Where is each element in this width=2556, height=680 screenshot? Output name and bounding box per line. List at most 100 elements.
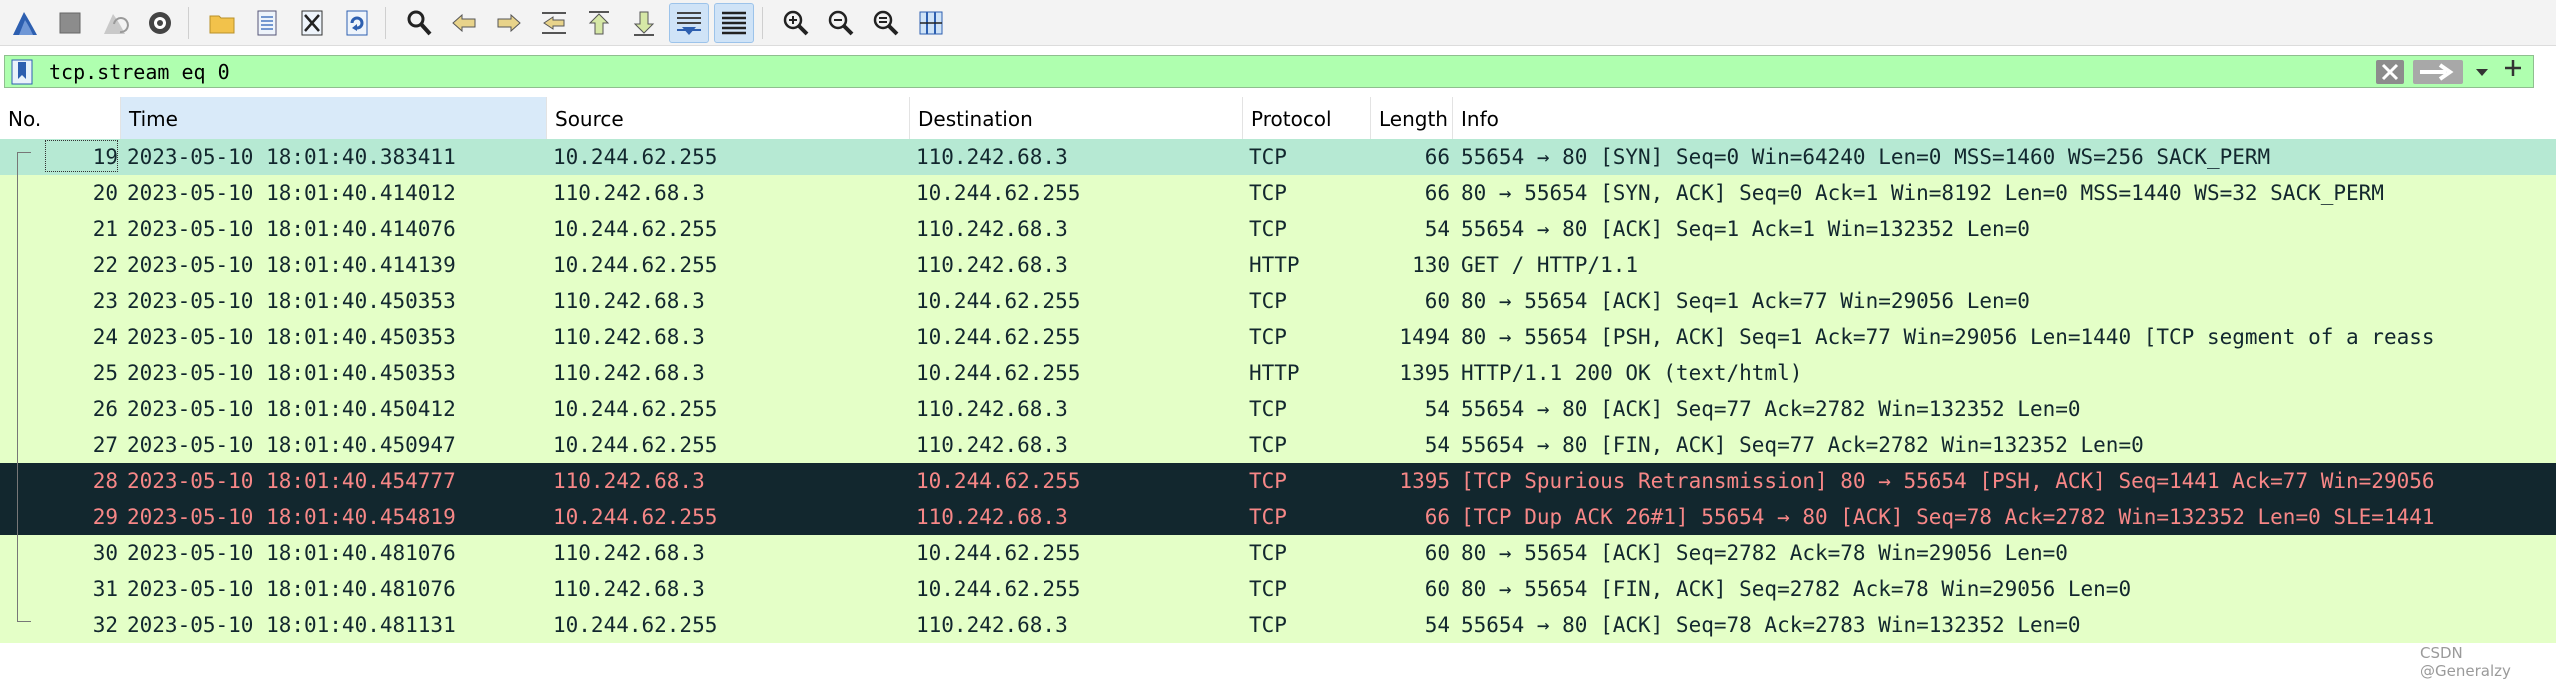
- packet-number: 23: [92, 289, 118, 313]
- column-header-source[interactable]: Source: [547, 97, 910, 139]
- packet-row[interactable]: 27 2023-05-10 18:01:40.450947 10.244.62.25…: [0, 427, 2556, 463]
- packet-row[interactable]: 23 2023-05-10 18:01:40.450353 110.242.68.3…: [0, 283, 2556, 319]
- zoom-out-button[interactable]: [821, 3, 861, 43]
- column-header-no[interactable]: No.: [0, 97, 121, 139]
- display-filter-bar: tcp.stream eq 0: [0, 52, 2556, 92]
- packet-row[interactable]: 31 2023-05-10 18:01:40.481076 110.242.68.3…: [0, 571, 2556, 607]
- packet-info: 55654 → 80 [ACK] Seq=77 Ack=2782 Win=132…: [1461, 397, 2081, 421]
- packet-time: 2023-05-10 18:01:40.481131: [127, 613, 456, 637]
- packet-source: 110.242.68.3: [553, 289, 705, 313]
- packet-time: 2023-05-10 18:01:40.450947: [127, 433, 456, 457]
- zoom-in-button[interactable]: [776, 3, 816, 43]
- packet-row[interactable]: 32 2023-05-10 18:01:40.481131 10.244.62.25…: [0, 607, 2556, 643]
- go-last-packet-icon: [633, 11, 655, 36]
- chevron-down-icon[interactable]: [2471, 61, 2493, 83]
- clear-filter-icon[interactable]: [2375, 59, 2405, 85]
- close-file-button[interactable]: [292, 3, 332, 43]
- packet-source: 10.244.62.255: [553, 433, 718, 457]
- packet-time: 2023-05-10 18:01:40.450353: [127, 361, 456, 385]
- packet-source: 10.244.62.255: [553, 253, 718, 277]
- column-header-time[interactable]: Time: [121, 97, 547, 139]
- packet-destination: 110.242.68.3: [916, 613, 1068, 637]
- go-to-packet-button[interactable]: [534, 3, 574, 43]
- packet-info: HTTP/1.1 200 OK (text/html): [1461, 361, 1803, 385]
- packet-protocol: TCP: [1249, 469, 1287, 493]
- packet-protocol: TCP: [1249, 541, 1287, 565]
- apply-filter-icon[interactable]: [2412, 59, 2464, 85]
- packet-length: 60: [1424, 577, 1450, 601]
- packet-protocol: TCP: [1249, 145, 1287, 169]
- packet-source: 110.242.68.3: [553, 325, 705, 349]
- packet-length: 66: [1424, 181, 1450, 205]
- display-filter-input[interactable]: tcp.stream eq 0: [4, 55, 2534, 88]
- packet-row[interactable]: 28 2023-05-10 18:01:40.454777 110.242.68.3…: [0, 463, 2556, 499]
- packet-row[interactable]: 20 2023-05-10 18:01:40.414012 110.242.68.3…: [0, 175, 2556, 211]
- packet-row[interactable]: 24 2023-05-10 18:01:40.450353 110.242.68.3…: [0, 319, 2556, 355]
- column-header-length[interactable]: Length: [1371, 97, 1453, 139]
- capture-options-button[interactable]: [140, 3, 180, 43]
- resize-columns-icon: [919, 11, 943, 34]
- packet-destination: 10.244.62.255: [916, 181, 1081, 205]
- stop-capture-button[interactable]: [50, 3, 90, 43]
- filter-bookmark-icon[interactable]: [11, 59, 33, 85]
- packet-row[interactable]: 30 2023-05-10 18:01:40.481076 110.242.68.3…: [0, 535, 2556, 571]
- packet-time: 2023-05-10 18:01:40.450353: [127, 325, 456, 349]
- colorize-icon: [722, 11, 746, 34]
- packet-length: 1395: [1399, 361, 1450, 385]
- column-header-info[interactable]: Info: [1453, 97, 2556, 139]
- packet-number: 28: [92, 469, 118, 493]
- start-capture-button[interactable]: [5, 3, 45, 43]
- restart-capture-button[interactable]: [95, 3, 135, 43]
- packet-info: 80 → 55654 [ACK] Seq=1 Ack=77 Win=29056 …: [1461, 289, 2030, 313]
- column-header-destination[interactable]: Destination: [910, 97, 1243, 139]
- auto-scroll-button[interactable]: [669, 2, 709, 43]
- packet-source: 10.244.62.255: [553, 613, 718, 637]
- packet-info: 80 → 55654 [PSH, ACK] Seq=1 Ack=77 Win=2…: [1461, 325, 2435, 349]
- go-first-packet-button[interactable]: [579, 3, 619, 43]
- add-filter-button-icon[interactable]: [2500, 55, 2526, 81]
- packet-length: 1494: [1399, 325, 1450, 349]
- packet-protocol: TCP: [1249, 433, 1287, 457]
- zoom-out-icon: [828, 10, 854, 35]
- filter-text[interactable]: tcp.stream eq 0: [49, 58, 230, 86]
- find-packet-icon: [407, 10, 432, 35]
- packet-number: 27: [92, 433, 118, 457]
- resize-columns-button[interactable]: [911, 3, 951, 43]
- packet-length: 66: [1424, 505, 1450, 529]
- packet-row[interactable]: 25 2023-05-10 18:01:40.450353 110.242.68.3…: [0, 355, 2556, 391]
- packet-row[interactable]: 19 2023-05-10 18:01:40.383411 10.244.62.25…: [0, 139, 2556, 175]
- go-to-packet-icon: [542, 11, 566, 34]
- reload-file-button[interactable]: [337, 3, 377, 43]
- packet-row[interactable]: 22 2023-05-10 18:01:40.414139 10.244.62.25…: [0, 247, 2556, 283]
- packet-row[interactable]: 29 2023-05-10 18:01:40.454819 10.244.62.25…: [0, 499, 2556, 535]
- packet-destination: 10.244.62.255: [916, 577, 1081, 601]
- packet-protocol: TCP: [1249, 289, 1287, 313]
- packet-length: 66: [1424, 145, 1450, 169]
- zoom-normal-button[interactable]: [866, 3, 906, 43]
- go-last-packet-button[interactable]: [624, 3, 664, 43]
- find-packet-button[interactable]: [399, 3, 439, 43]
- go-back-button[interactable]: [444, 3, 484, 43]
- reload-file-icon: [346, 10, 368, 35]
- packet-number: 24: [92, 325, 118, 349]
- packet-row[interactable]: 26 2023-05-10 18:01:40.450412 10.244.62.25…: [0, 391, 2556, 427]
- save-file-button[interactable]: [247, 3, 287, 43]
- packet-info: [TCP Dup ACK 26#1] 55654 → 80 [ACK] Seq=…: [1461, 505, 2435, 529]
- zoom-normal-icon: [873, 10, 899, 35]
- packet-destination: 110.242.68.3: [916, 253, 1068, 277]
- packet-time: 2023-05-10 18:01:40.450412: [127, 397, 456, 421]
- packet-source: 10.244.62.255: [553, 145, 718, 169]
- packet-destination: 10.244.62.255: [916, 289, 1081, 313]
- go-forward-button[interactable]: [489, 3, 529, 43]
- restart-capture-icon: [104, 13, 129, 34]
- packet-row[interactable]: 21 2023-05-10 18:01:40.414076 10.244.62.25…: [0, 211, 2556, 247]
- column-header-protocol[interactable]: Protocol: [1243, 97, 1371, 139]
- packet-protocol: HTTP: [1249, 253, 1300, 277]
- packet-number: 29: [92, 505, 118, 529]
- packet-protocol: TCP: [1249, 217, 1287, 241]
- colorize-button[interactable]: [714, 2, 754, 43]
- packet-number: 20: [92, 181, 118, 205]
- packet-number: 32: [92, 613, 118, 637]
- packet-info: 55654 → 80 [SYN] Seq=0 Win=64240 Len=0 M…: [1461, 145, 2271, 169]
- open-file-button[interactable]: [202, 3, 242, 43]
